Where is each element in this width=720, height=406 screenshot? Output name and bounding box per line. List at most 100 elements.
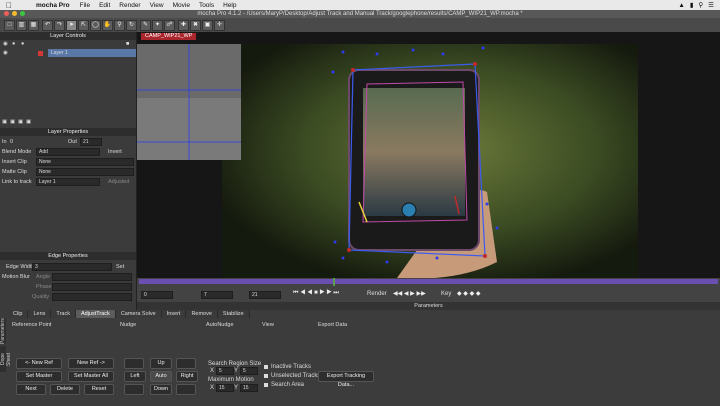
nudge-up-button[interactable]: Up — [150, 358, 172, 369]
layer-row[interactable]: ◉ Layer 1 — [0, 49, 136, 57]
link-track-select[interactable]: Layer 1 — [36, 178, 100, 186]
menu-help[interactable]: Help — [223, 2, 236, 9]
tab-insert[interactable]: Insert — [161, 310, 187, 318]
render-label[interactable]: Render — [367, 291, 387, 297]
set-master-all-button[interactable]: Set Master All — [68, 371, 114, 382]
nudge-auto-button[interactable]: Auto — [150, 371, 172, 382]
quality-field[interactable] — [52, 293, 132, 301]
nudge-upright-button[interactable] — [176, 358, 196, 369]
add-point-icon[interactable]: ✚ — [178, 20, 189, 31]
unselected-tracks-checkbox[interactable] — [264, 374, 268, 378]
layer-name[interactable]: Layer 1 — [48, 49, 136, 57]
menu-edit[interactable]: Edit — [99, 2, 110, 9]
nudge-right-button[interactable]: Right — [176, 371, 198, 382]
bezier-spline-icon[interactable]: ✦ — [152, 20, 163, 31]
remove-point-icon[interactable]: ✖ — [190, 20, 201, 31]
battery-icon[interactable]: ▮ — [690, 1, 694, 9]
set-label[interactable]: Set — [116, 264, 124, 270]
menu-view[interactable]: View — [150, 2, 164, 9]
edge-width-value[interactable]: 3 — [32, 263, 112, 271]
crosshair-icon[interactable]: ✛ — [214, 20, 225, 31]
key-controls[interactable]: ◆ ◆ ◆ ◆ — [457, 290, 480, 297]
select-tool-icon[interactable]: ➤ — [66, 20, 77, 31]
tab-adjusttrack[interactable]: AdjustTrack — [75, 310, 116, 318]
frame-end[interactable]: 21 — [249, 291, 281, 299]
reset-button[interactable]: Reset — [84, 384, 114, 395]
rotate-icon[interactable]: ↻ — [126, 20, 137, 31]
nudge-upleft-button[interactable] — [124, 358, 144, 369]
search-area-checkbox[interactable] — [264, 383, 268, 387]
list-icon[interactable]: ☰ — [708, 1, 714, 9]
multi-select-icon[interactable]: ⇱ — [78, 20, 89, 31]
viewer-canvas[interactable] — [137, 32, 720, 279]
clip-tab[interactable]: CAMP_WIP21_WP — [141, 33, 197, 40]
wifi-icon[interactable]: ▲ — [678, 2, 684, 9]
layer-color-swatch[interactable] — [38, 51, 43, 56]
nudge-down-button[interactable]: Down — [150, 384, 172, 395]
menu-tools[interactable]: Tools — [199, 2, 214, 9]
tab-lens[interactable]: Lens — [28, 310, 52, 318]
next-button[interactable]: Next — [16, 384, 46, 395]
lasso-icon[interactable]: ◯ — [90, 20, 101, 31]
tab-clip[interactable]: Clip — [8, 310, 29, 318]
layer-visible-icon[interactable]: ◉ — [3, 50, 8, 56]
playhead[interactable] — [333, 278, 335, 286]
delete-button[interactable]: Delete — [50, 384, 80, 395]
tab-remove[interactable]: Remove — [186, 310, 218, 318]
sr-x-field[interactable]: 5 — [216, 367, 234, 375]
zoom-icon[interactable]: ⚲ — [114, 20, 125, 31]
viewer[interactable] — [137, 32, 720, 279]
apple-icon[interactable]:  — [6, 1, 12, 10]
search-icon[interactable]: ⚲ — [698, 1, 703, 9]
layer-options-icon[interactable]: ■ — [126, 41, 129, 47]
invert-label[interactable]: Invert — [108, 149, 122, 155]
new-ref-prev-button[interactable]: <- New Ref — [16, 358, 62, 369]
angle-field[interactable] — [52, 273, 132, 281]
render-controls[interactable]: ◀◀ ◀ ▶ ▶▶ — [393, 290, 426, 297]
new-ref-next-button[interactable]: New Ref -> — [68, 358, 114, 369]
export-tracking-data-button[interactable]: Export Tracking Data... — [318, 371, 374, 388]
mm-y-field[interactable]: 15 — [240, 384, 258, 392]
menu-render[interactable]: Render — [119, 2, 140, 9]
in-value[interactable]: 0 — [10, 139, 13, 145]
set-master-button[interactable]: Set Master — [16, 371, 62, 382]
delete-layer-icon[interactable]: ▣ — [18, 119, 23, 125]
menu-movie[interactable]: Movie — [173, 2, 190, 9]
phase-field[interactable] — [52, 283, 132, 291]
tab-track[interactable]: Track — [51, 310, 76, 318]
open-icon[interactable]: ▥ — [16, 20, 27, 31]
corner-pin-tl[interactable] — [351, 68, 355, 72]
group-layer-icon[interactable]: ▣ — [26, 119, 31, 125]
mm-x-field[interactable]: 15 — [216, 384, 234, 392]
frame-current[interactable]: 7 — [201, 291, 233, 299]
redo-icon[interactable]: ↷ — [54, 20, 65, 31]
draw-spline-icon[interactable]: ✎ — [140, 20, 151, 31]
tab-camera-solve[interactable]: Camera Solve — [115, 310, 162, 318]
transform-icon[interactable]: ▣ — [202, 20, 213, 31]
duplicate-layer-icon[interactable]: ▣ — [10, 119, 15, 125]
corner-pin-tr[interactable] — [473, 62, 477, 66]
inactive-tracks-checkbox[interactable] — [264, 365, 268, 369]
blend-mode-select[interactable]: Add — [36, 148, 100, 156]
app-menu[interactable]: mocha Pro — [36, 2, 70, 9]
new-project-icon[interactable]: □ — [4, 20, 15, 31]
eye-icon[interactable]: ◉ — [3, 41, 8, 47]
link-icon[interactable]: ☍ — [164, 20, 175, 31]
frame-start[interactable]: 0 — [141, 291, 173, 299]
tab-stabilize[interactable]: Stabilize — [217, 310, 250, 318]
pan-icon[interactable]: ✋ — [102, 20, 113, 31]
motion-blur-label[interactable]: Motion Blur — [2, 274, 30, 280]
save-icon[interactable]: ▦ — [28, 20, 39, 31]
nudge-downleft-button[interactable] — [124, 384, 144, 395]
playback-controls[interactable]: ⏮ ◀ ◀ ■ ▶ ▶ ⏭ — [293, 290, 339, 297]
timeline-track-bar[interactable] — [139, 279, 718, 284]
adjusted-label[interactable]: Adjusted — [108, 179, 129, 185]
nudge-left-button[interactable]: Left — [124, 371, 146, 382]
color-icon[interactable]: ● — [21, 41, 24, 47]
sr-y-field[interactable]: 5 — [240, 367, 258, 375]
menu-file[interactable]: File — [80, 2, 90, 9]
dope-sheet-side-tab[interactable]: Dope Sheet — [0, 346, 12, 372]
insert-clip-select[interactable]: None — [36, 158, 134, 166]
out-value[interactable]: 21 — [80, 138, 102, 146]
key-label[interactable]: Key — [441, 291, 451, 297]
